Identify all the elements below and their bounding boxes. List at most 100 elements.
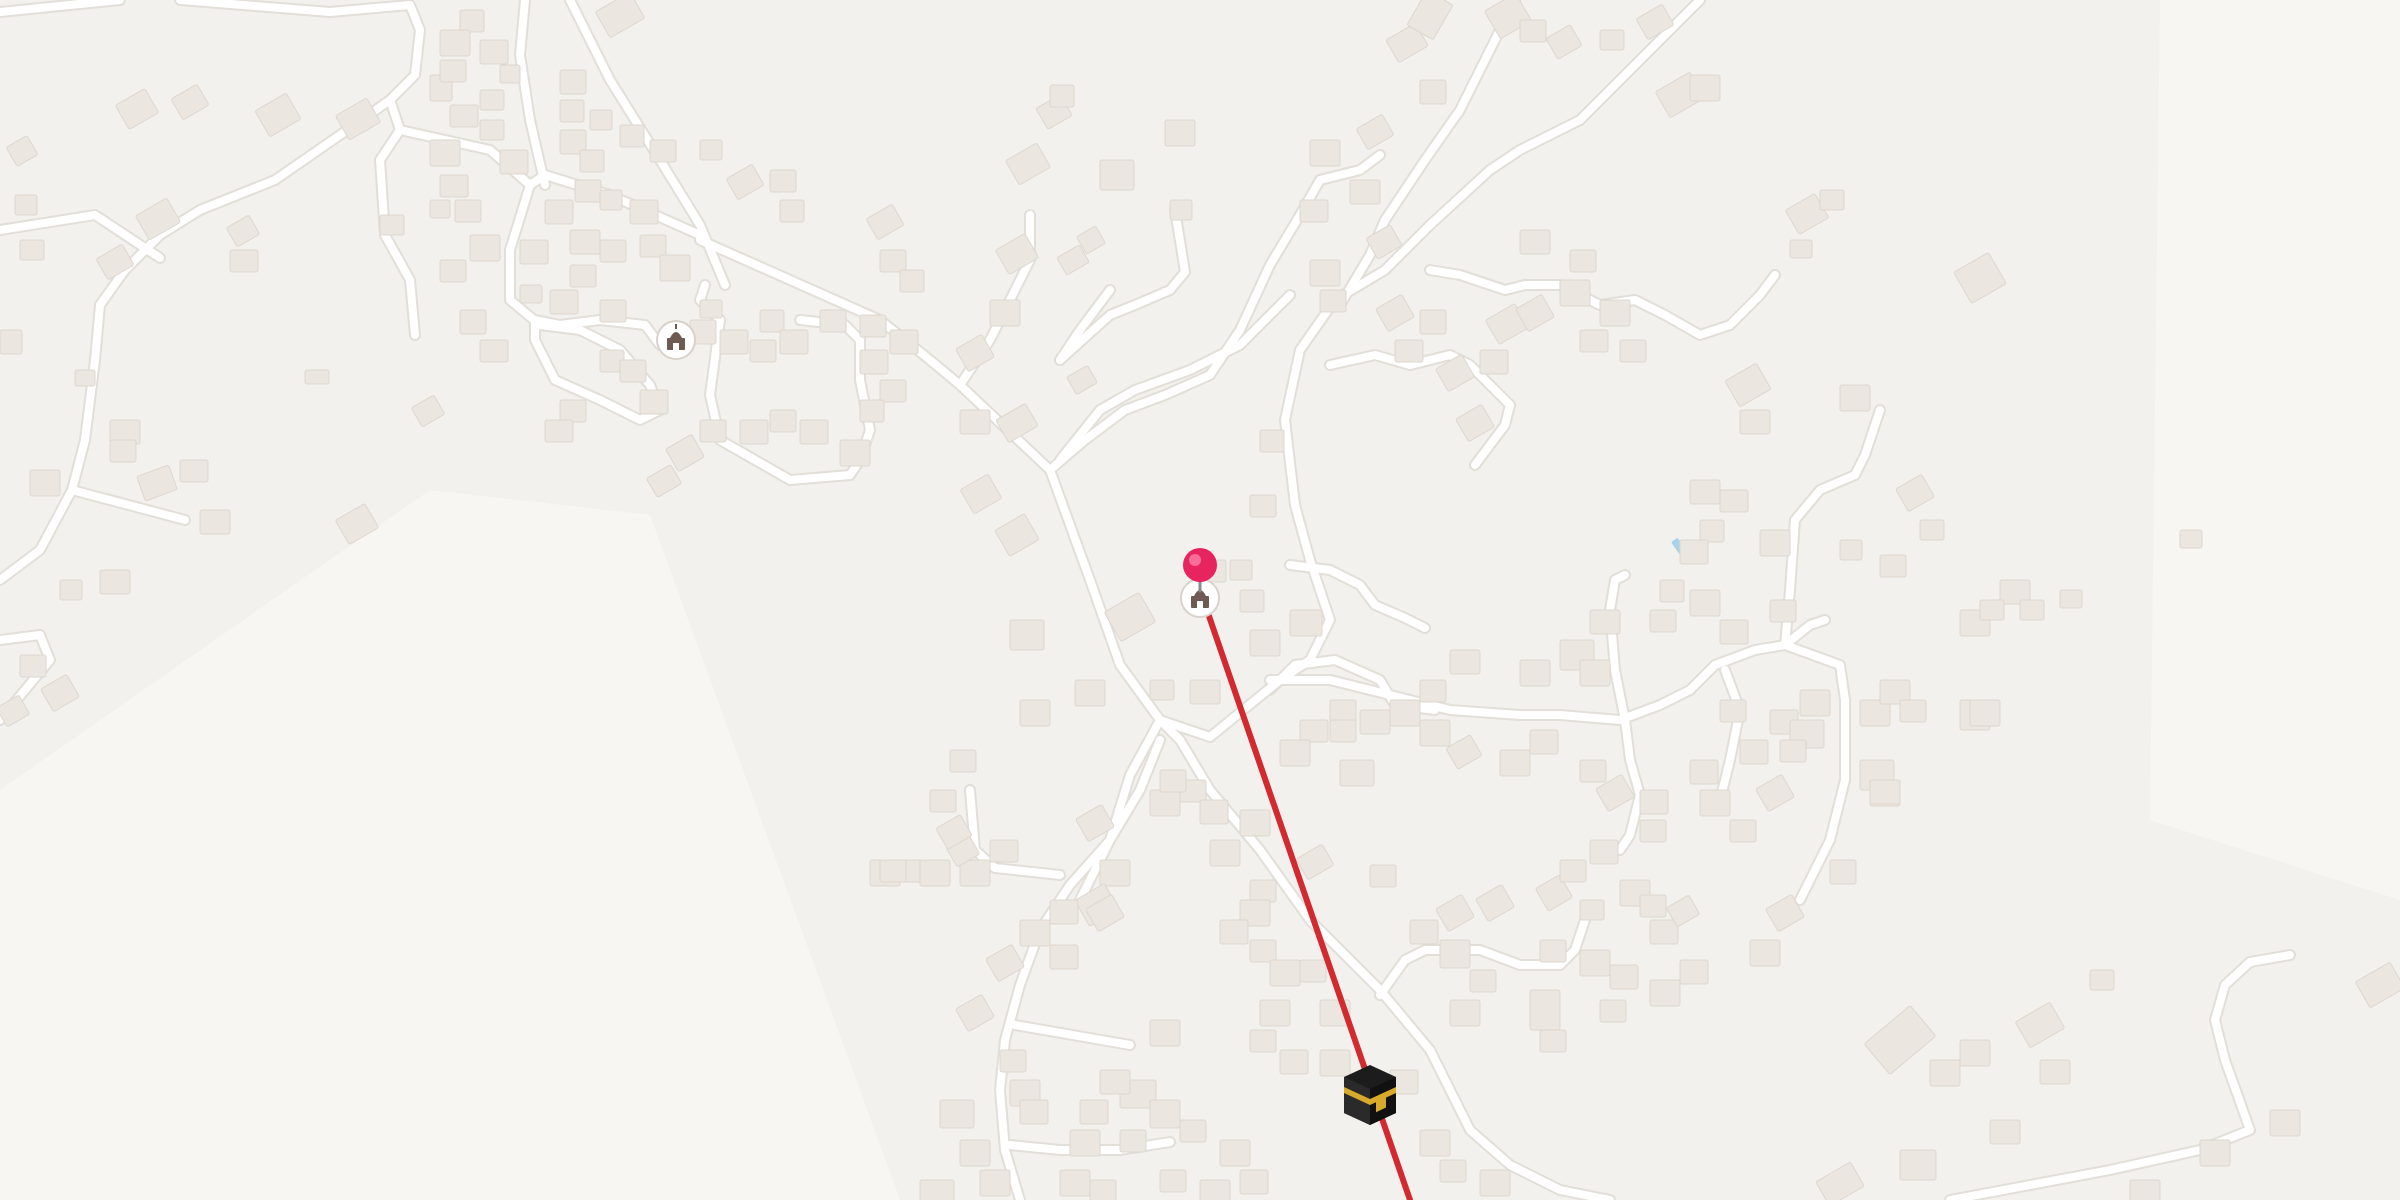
building (899, 269, 925, 293)
building (439, 259, 467, 283)
building (1649, 919, 1679, 945)
building (519, 239, 549, 265)
map-view[interactable] (0, 0, 2400, 1200)
building (1099, 859, 1131, 887)
building (1953, 252, 2007, 304)
building (1839, 384, 1871, 412)
building (74, 369, 96, 387)
building (779, 329, 809, 355)
building (226, 215, 260, 247)
building (1475, 884, 1515, 922)
building (599, 189, 623, 211)
building (499, 64, 521, 84)
building (1019, 699, 1051, 727)
building (769, 169, 797, 193)
building (619, 124, 645, 148)
building (1819, 189, 1845, 211)
building (1979, 599, 2005, 621)
building (1649, 979, 1681, 1007)
building (919, 859, 951, 887)
building (1599, 999, 1627, 1023)
building (199, 509, 231, 535)
building (1419, 79, 1447, 105)
building (1719, 699, 1747, 723)
building (759, 309, 785, 333)
building (1369, 864, 1397, 888)
building (1749, 939, 1781, 967)
building (2089, 969, 2115, 991)
building (866, 204, 904, 240)
building (959, 409, 991, 435)
building (646, 464, 682, 498)
building (1169, 199, 1193, 221)
building (1869, 779, 1901, 805)
building (1579, 659, 1611, 687)
building (549, 289, 579, 315)
building (995, 513, 1039, 557)
building (1729, 819, 1757, 843)
building (929, 789, 957, 813)
building (1769, 599, 1797, 623)
building (1239, 809, 1271, 837)
building (1559, 859, 1587, 883)
building (1019, 919, 1051, 947)
building (1239, 589, 1265, 613)
building (1079, 1099, 1109, 1125)
building (1356, 114, 1394, 150)
building (109, 439, 137, 463)
building (1539, 1029, 1567, 1053)
building (1249, 939, 1277, 963)
building (2039, 1059, 2071, 1085)
building (2179, 529, 2203, 549)
building (1589, 609, 1621, 635)
building (1689, 74, 1721, 102)
building (1099, 1069, 1131, 1095)
mosque-marker-west[interactable] (656, 320, 696, 360)
building (439, 174, 469, 198)
building (569, 264, 597, 288)
building (2059, 589, 2083, 609)
building (136, 465, 178, 501)
building (1499, 749, 1531, 777)
building (1419, 719, 1451, 747)
map-canvas[interactable] (0, 0, 2400, 1200)
building (229, 249, 259, 273)
building (1089, 1179, 1117, 1200)
building (1259, 999, 1291, 1027)
building (429, 199, 451, 219)
building (2269, 1109, 2301, 1137)
building (0, 695, 30, 727)
building (569, 229, 601, 255)
building (1739, 739, 1769, 765)
building (1579, 949, 1611, 977)
building (619, 359, 647, 383)
building (1319, 1049, 1351, 1077)
kaaba-marker[interactable] (1344, 1065, 1396, 1125)
building (1719, 489, 1749, 513)
building (479, 39, 509, 65)
building (726, 164, 764, 200)
building (171, 84, 209, 120)
building (499, 149, 529, 175)
building (595, 0, 645, 38)
building (1579, 329, 1609, 353)
building (1479, 1169, 1511, 1197)
building (979, 1169, 1011, 1197)
building (949, 749, 977, 773)
building (1349, 179, 1381, 205)
building (960, 474, 1002, 514)
building (599, 299, 627, 323)
building (1359, 709, 1391, 735)
building (1559, 279, 1591, 307)
building (959, 859, 991, 887)
building (1799, 689, 1831, 717)
building (1725, 363, 1771, 407)
building (544, 419, 574, 443)
building (659, 254, 691, 282)
building (1439, 1159, 1467, 1183)
building (889, 329, 919, 355)
building (1279, 1049, 1309, 1075)
building (1929, 1059, 1961, 1087)
building (519, 284, 543, 304)
building (19, 654, 47, 678)
